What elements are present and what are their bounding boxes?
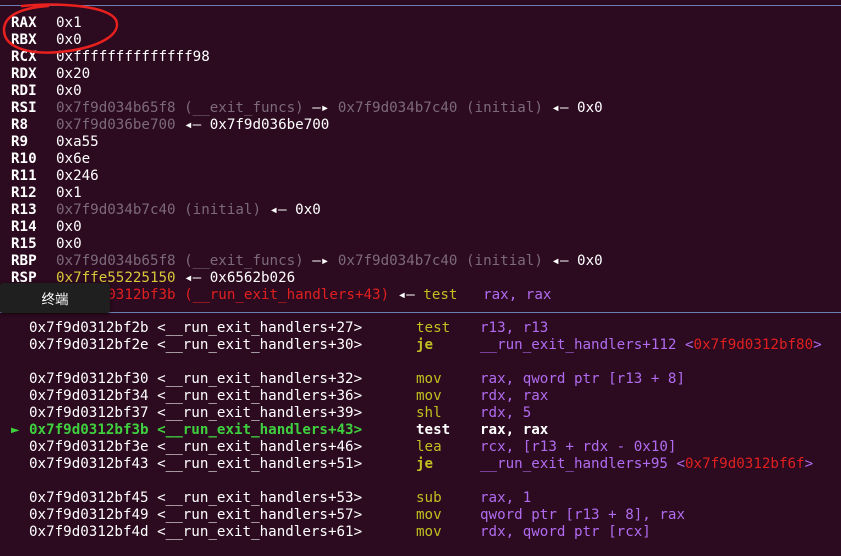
red-circle-annotation [2,3,119,54]
